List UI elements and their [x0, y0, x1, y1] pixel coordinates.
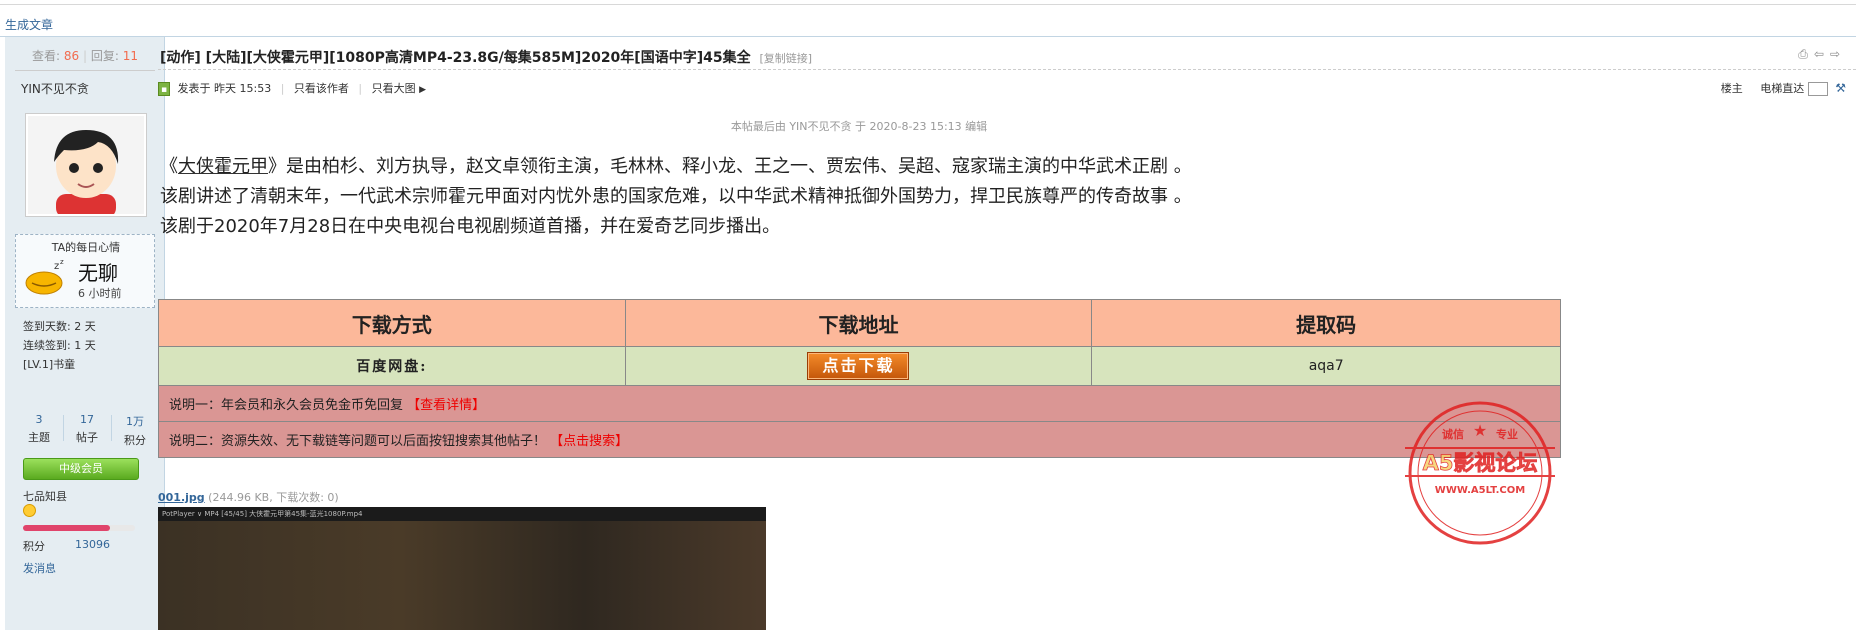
paragraph-2: 该剧讲述了清朝末年，一代武术宗师霍元甲面对内忧外患的国家危难，以中华武术精神抵御…	[160, 186, 1192, 207]
next-icon[interactable]: ⇨	[1830, 47, 1846, 61]
user-rank: 七品知县	[23, 490, 67, 503]
floor-jump-input[interactable]	[1807, 82, 1828, 96]
caret-right-icon: ▶	[419, 85, 427, 95]
prev-icon[interactable]: ⇦	[1814, 47, 1830, 61]
stamp-top-right-text: 专业	[1496, 427, 1518, 441]
copy-link[interactable]: [复制链接]	[759, 52, 812, 65]
download-address-cell: 点击下载	[624, 346, 1093, 386]
level-progress-fill	[23, 525, 111, 531]
user-level: [LV.1]书童	[23, 358, 76, 371]
download-header-row: 下载方式 下载地址 提取码	[158, 299, 1561, 347]
search-link[interactable]: 【点击搜索】	[550, 434, 628, 449]
attachment-size: (244.96 KB, 下载次数: 0)	[208, 491, 339, 504]
mood-word: 无聊	[78, 261, 118, 285]
header-code: 提取码	[1091, 299, 1561, 347]
note-row-2: 说明二：资源失效、无下载链等问题可以后面按钮搜索其他帖子！ 【点击搜索】	[158, 421, 1561, 458]
post-frame-border	[0, 36, 1856, 37]
count-value: 17	[80, 413, 94, 426]
note-1: 说明一：年会员和永久会员免金币免回复 【查看详情】	[158, 385, 1561, 422]
attachment-info: 001.jpg (244.96 KB, 下载次数: 0)	[158, 489, 339, 505]
view-details-link[interactable]: 【查看详情】	[407, 398, 485, 413]
count-points[interactable]: 1万 积分	[113, 413, 157, 448]
edit-note: 本帖最后由 YIN不见不贪 于 2020-8-23 15:13 编辑	[0, 118, 1718, 134]
attachment-filename[interactable]: 001.jpg	[158, 491, 205, 504]
svg-text:z: z	[60, 259, 64, 266]
count-divider	[63, 415, 64, 441]
replies-count: 11	[122, 49, 138, 63]
sidebar-divider	[15, 70, 155, 71]
note-2: 说明二：资源失效、无下载链等问题可以后面按钮搜索其他帖子！ 【点击搜索】	[158, 421, 1561, 458]
smile-icon	[23, 504, 36, 517]
member-badge[interactable]: 中级会员	[23, 458, 139, 480]
header-method: 下载方式	[158, 299, 626, 347]
title-divider	[158, 69, 1856, 70]
checkin-streak: 连续签到: 1 天	[23, 339, 96, 352]
level-progress-bar	[23, 525, 135, 531]
jump-label: 电梯直达	[1760, 82, 1805, 95]
generate-article-link[interactable]: 生成文章	[5, 16, 53, 33]
daily-mood-box: TA的每日心情 z z 无聊 6 小时前	[15, 234, 155, 308]
attached-image[interactable]: PotPlayer ∨ MP4 [45/45] 大侠霍元甲第45集-蓝光1080…	[158, 507, 766, 630]
author-username[interactable]: YIN不见不贪	[21, 80, 89, 97]
big-image-link[interactable]: 只看大图	[372, 82, 416, 95]
bored-emoji-icon: z z	[25, 259, 64, 295]
stamp-name: A5影视论坛	[1423, 451, 1538, 475]
floor-controls: 楼主 电梯直达 ⚒	[1721, 80, 1846, 96]
count-value: 3	[35, 413, 43, 426]
stamp-url: WWW.A5LT.COM	[1435, 485, 1525, 496]
download-method: 百度网盘:	[158, 346, 626, 386]
online-status-icon: ▪	[158, 82, 170, 96]
count-label: 帖子	[76, 431, 98, 444]
points-value: 13096	[75, 538, 110, 551]
svg-text:★: ★	[1473, 421, 1487, 440]
only-author-link[interactable]: 只看该作者	[294, 82, 349, 95]
mood-title: TA的每日心情	[51, 241, 121, 254]
video-frame	[158, 521, 766, 630]
player-title-bar: PotPlayer ∨ MP4 [45/45] 大侠霍元甲第45集-蓝光1080…	[158, 507, 766, 521]
title-toolbar: ⎙⇦⇨	[1798, 47, 1846, 62]
extract-code: aqa7	[1091, 346, 1561, 386]
count-posts[interactable]: 17 帖子	[65, 413, 109, 445]
replies-label: 回复:	[90, 49, 119, 63]
note-row-1: 说明一：年会员和永久会员免金币免回复 【查看详情】	[158, 385, 1561, 422]
top-divider	[0, 4, 1856, 5]
edit-note-text: 本帖最后由 YIN不见不贪 于 2020-8-23 15:13 编辑	[730, 120, 988, 133]
views-count: 86	[63, 49, 80, 63]
download-table: 下载方式 下载地址 提取码 百度网盘: 点击下载 aqa7 说明一：年会员和永久…	[158, 299, 1561, 458]
paragraph-3: 该剧于2020年7月28日在中央电视台电视剧频道首播，并在爱奇艺同步播出。	[160, 216, 781, 237]
mood-time: 6 小时前	[78, 287, 122, 300]
checkin-days: 签到天数: 2 天	[23, 320, 96, 333]
drama-title-link[interactable]: 大侠霍元甲	[178, 156, 268, 177]
download-button[interactable]: 点击下载	[807, 352, 910, 380]
header-address: 下载地址	[624, 299, 1093, 347]
note-1-text: 说明一：年会员和永久会员免金币免回复	[169, 398, 408, 413]
points-label: 积分	[23, 540, 45, 553]
svg-text:z: z	[54, 261, 59, 272]
wrench-icon[interactable]: ⚒	[1835, 81, 1846, 95]
post-title-text: [动作] [大陆][大侠霍元甲][1080P高清MP4-23.8G/每集585M…	[160, 50, 751, 66]
stamp-top-left-text: 诚信	[1442, 427, 1464, 441]
download-row: 百度网盘: 点击下载 aqa7	[158, 346, 1561, 386]
views-label: 查看:	[32, 49, 61, 63]
paragraph-1: 《大侠霍元甲》是由柏杉、刘方执导，赵文卓领衔主演，毛林林、释小龙、王之一、贾宏伟…	[160, 152, 1192, 178]
count-value: 1万	[126, 415, 144, 428]
count-divider	[111, 415, 112, 441]
post-title: [动作] [大陆][大侠霍元甲][1080P高清MP4-23.8G/每集585M…	[160, 47, 812, 67]
para1-open: 《	[160, 156, 178, 177]
post-stats: 查看: 86 | 回复: 11	[32, 49, 138, 63]
print-icon[interactable]: ⎙	[1798, 47, 1814, 61]
post-time: 发表于 昨天 15:53	[177, 82, 272, 95]
count-topics[interactable]: 3 主题	[17, 413, 61, 445]
post-meta: ▪ 发表于 昨天 15:53 | 只看该作者 | 只看大图 ▶	[158, 80, 426, 96]
count-label: 主题	[28, 431, 50, 444]
watermark-stamp: ★ 诚信 专业 A5影视论坛 WWW.A5LT.COM	[1405, 401, 1555, 545]
floor-label: 楼主	[1720, 82, 1743, 95]
send-message-link[interactable]: 发消息	[23, 560, 56, 576]
para1-rest: 》是由柏杉、刘方执导，赵文卓领衔主演，毛林林、释小龙、王之一、贾宏伟、吴超、寇家…	[268, 156, 1192, 177]
note-2-text: 说明二：资源失效、无下载链等问题可以后面按钮搜索其他帖子！	[169, 434, 551, 449]
count-label: 积分	[124, 434, 146, 447]
